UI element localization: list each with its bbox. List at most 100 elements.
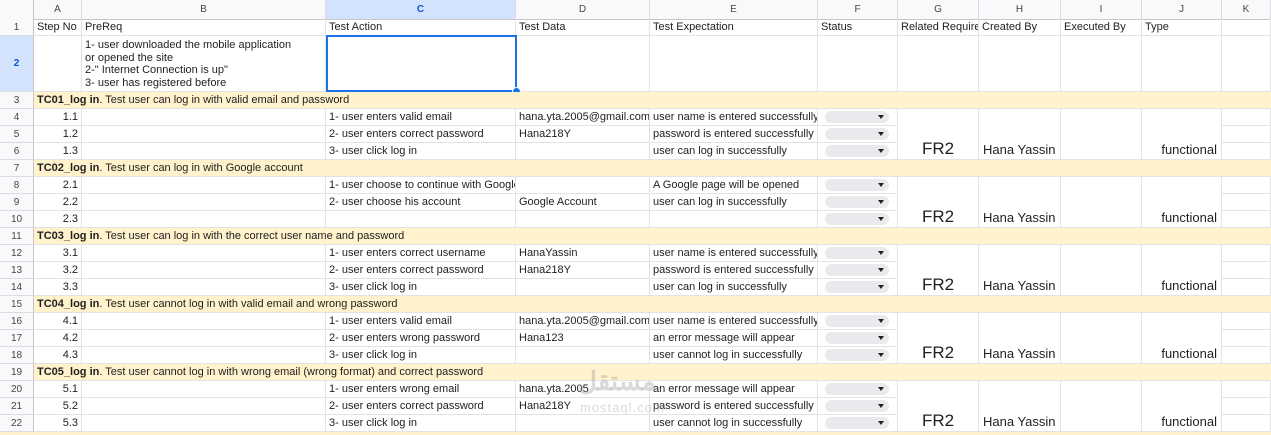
test-action-cell[interactable] — [326, 211, 516, 228]
test-data-cell[interactable]: hana.yta.2005@gmail.com — [516, 313, 650, 330]
status-dropdown[interactable] — [825, 332, 889, 344]
cell-executed-by[interactable] — [1061, 36, 1142, 92]
step-no-cell[interactable]: 2.3 — [34, 211, 82, 228]
row-number[interactable]: 21 — [0, 398, 34, 415]
step-no-cell[interactable]: 3.3 — [34, 279, 82, 296]
status-dropdown[interactable] — [825, 383, 889, 395]
test-action-cell[interactable]: 3- user click log in — [326, 279, 516, 296]
cell-k[interactable] — [1222, 177, 1271, 194]
test-data-cell[interactable]: Hana218Y — [516, 126, 650, 143]
status-cell[interactable] — [818, 109, 898, 126]
row-number[interactable]: 8 — [0, 177, 34, 194]
row-number[interactable]: 20 — [0, 381, 34, 398]
executed-by-cell[interactable] — [1061, 381, 1142, 432]
cell-k[interactable] — [1222, 194, 1271, 211]
cell-k[interactable] — [1222, 19, 1271, 36]
test-action-cell[interactable]: 1- user enters valid email — [326, 313, 516, 330]
row-number[interactable]: 4 — [0, 109, 34, 126]
header-test-action[interactable]: Test Action — [326, 19, 516, 36]
created-by-cell[interactable]: Hana Yassin — [979, 109, 1061, 160]
created-by-cell[interactable]: Hana Yassin — [979, 313, 1061, 364]
cell-k[interactable] — [1222, 279, 1271, 296]
executed-by-cell[interactable] — [1061, 313, 1142, 364]
cell-k[interactable] — [1222, 262, 1271, 279]
test-data-cell[interactable] — [516, 415, 650, 432]
cell-type[interactable] — [1142, 36, 1222, 92]
header-test-expectation[interactable]: Test Expectation — [650, 19, 818, 36]
test-action-cell[interactable]: 1- user enters correct username — [326, 245, 516, 262]
status-dropdown[interactable] — [825, 179, 889, 191]
status-dropdown[interactable] — [825, 111, 889, 123]
test-action-cell[interactable]: 2- user enters correct password — [326, 398, 516, 415]
select-all-corner[interactable] — [0, 0, 34, 19]
step-no-cell[interactable]: 3.1 — [34, 245, 82, 262]
prereq-cell[interactable] — [82, 245, 326, 262]
prereq-cell[interactable] — [82, 262, 326, 279]
header-executed-by[interactable]: Executed By — [1061, 19, 1142, 36]
cell-test-expectation[interactable] — [650, 36, 818, 92]
test-case-header-row[interactable]: TC01_log in. Test user can log in with v… — [34, 92, 1271, 109]
status-cell[interactable] — [818, 381, 898, 398]
test-expectation-cell[interactable]: user name is entered successfully — [650, 313, 818, 330]
test-expectation-cell[interactable]: password is entered successfully — [650, 262, 818, 279]
test-data-cell[interactable] — [516, 143, 650, 160]
cell-k[interactable] — [1222, 398, 1271, 415]
status-dropdown[interactable] — [825, 417, 889, 429]
type-cell[interactable]: functional — [1142, 381, 1222, 432]
cell-k[interactable] — [1222, 36, 1271, 92]
executed-by-cell[interactable] — [1061, 109, 1142, 160]
test-expectation-cell[interactable]: user cannot log in successfully — [650, 415, 818, 432]
step-no-cell[interactable]: 5.3 — [34, 415, 82, 432]
test-expectation-cell[interactable]: user name is entered successfully — [650, 109, 818, 126]
executed-by-cell[interactable] — [1061, 245, 1142, 296]
status-cell[interactable] — [818, 211, 898, 228]
cell-k[interactable] — [1222, 330, 1271, 347]
step-no-cell[interactable]: 2.1 — [34, 177, 82, 194]
test-expectation-cell[interactable]: an error message will appear — [650, 330, 818, 347]
test-data-cell[interactable]: HanaYassin — [516, 245, 650, 262]
prereq-cell[interactable] — [82, 313, 326, 330]
type-cell[interactable]: functional — [1142, 177, 1222, 228]
prereq-cell[interactable] — [82, 109, 326, 126]
prereq-cell[interactable] — [82, 398, 326, 415]
step-no-cell[interactable]: 1.1 — [34, 109, 82, 126]
status-cell[interactable] — [818, 415, 898, 432]
type-cell[interactable]: functional — [1142, 245, 1222, 296]
cell-test-data[interactable] — [516, 36, 650, 92]
step-no-cell[interactable]: 4.3 — [34, 347, 82, 364]
cell-k[interactable] — [1222, 245, 1271, 262]
row-number[interactable]: 19 — [0, 364, 34, 381]
row-number[interactable]: 12 — [0, 245, 34, 262]
related-requirement-cell[interactable]: FR2 — [898, 109, 979, 160]
cell-test-action[interactable] — [326, 36, 516, 92]
status-dropdown[interactable] — [825, 145, 889, 157]
row-number[interactable]: 2 — [0, 36, 34, 92]
test-action-cell[interactable]: 2- user enters correct password — [326, 262, 516, 279]
cell-k[interactable] — [1222, 143, 1271, 160]
step-no-cell[interactable]: 5.2 — [34, 398, 82, 415]
column-header-a[interactable]: A — [34, 0, 82, 19]
status-dropdown[interactable] — [825, 349, 889, 361]
test-data-cell[interactable] — [516, 347, 650, 364]
status-cell[interactable] — [818, 279, 898, 296]
status-dropdown[interactable] — [825, 196, 889, 208]
test-data-cell[interactable] — [516, 177, 650, 194]
cell-k[interactable] — [1222, 126, 1271, 143]
status-dropdown[interactable] — [825, 213, 889, 225]
prereq-cell[interactable] — [82, 194, 326, 211]
row-number[interactable]: 6 — [0, 143, 34, 160]
cell-k[interactable] — [1222, 415, 1271, 432]
header-test-data[interactable]: Test Data — [516, 19, 650, 36]
status-cell[interactable] — [818, 194, 898, 211]
test-action-cell[interactable]: 1- user enters valid email — [326, 109, 516, 126]
step-no-cell[interactable]: 1.3 — [34, 143, 82, 160]
row-number[interactable]: 17 — [0, 330, 34, 347]
status-dropdown[interactable] — [825, 315, 889, 327]
test-case-header-row[interactable]: TC04_log in. Test user cannot log in wit… — [34, 296, 1271, 313]
step-no-cell[interactable]: 2.2 — [34, 194, 82, 211]
header-prereq[interactable]: PreReq — [82, 19, 326, 36]
column-header-g[interactable]: G — [898, 0, 979, 19]
status-cell[interactable] — [818, 126, 898, 143]
test-expectation-cell[interactable]: user name is entered successfully — [650, 245, 818, 262]
test-data-cell[interactable]: Google Account — [516, 194, 650, 211]
